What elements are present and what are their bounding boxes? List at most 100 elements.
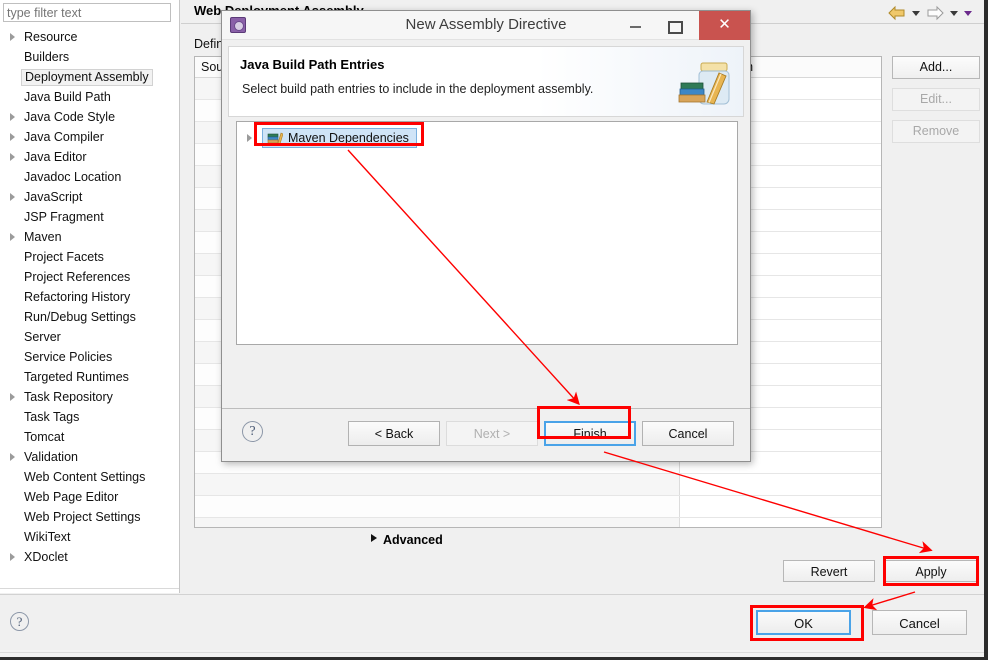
table-row[interactable] (195, 496, 881, 518)
sidebar-item-label: WikiText (24, 530, 71, 544)
sidebar-item-javascript[interactable]: JavaScript (0, 187, 179, 207)
chevron-right-icon[interactable] (10, 393, 15, 401)
sidebar-item-label: Tomcat (24, 430, 65, 444)
chevron-right-icon[interactable] (10, 33, 15, 41)
sidebar-item-refactoring-history[interactable]: Refactoring History (0, 287, 179, 307)
sidebar-item-deployment-assembly[interactable]: Deployment Assembly (0, 67, 179, 87)
dialog-titlebar: New Assembly Directive ✕ (222, 11, 750, 40)
sidebar-item-label: Project References (24, 270, 131, 284)
sidebar-item-java-build-path[interactable]: Java Build Path (0, 87, 179, 107)
sidebar-divider (0, 588, 179, 589)
sidebar-item-label: Task Repository (24, 390, 113, 404)
edit-button[interactable]: Edit... (892, 88, 980, 111)
chevron-right-icon[interactable] (10, 193, 15, 201)
sidebar-item-label: Web Content Settings (24, 470, 146, 484)
advanced-label: Advanced (383, 533, 443, 547)
sidebar-item-web-content-settings[interactable]: Web Content Settings (0, 467, 179, 487)
chevron-right-icon[interactable] (10, 113, 15, 121)
sidebar-item-jsp-fragment[interactable]: JSP Fragment (0, 207, 179, 227)
sidebar-item-label: Java Compiler (24, 130, 104, 144)
screenshot-root: Resource Builders Deployment Assembly Java … (0, 0, 988, 660)
cancel-button-dialog[interactable]: Cancel (642, 421, 734, 446)
advanced-section-toggle[interactable]: Advanced (371, 533, 443, 547)
sidebar-item-tomcat[interactable]: Tomcat (0, 427, 179, 447)
sidebar-item-web-page-editor[interactable]: Web Page Editor (0, 487, 179, 507)
sidebar-item-label: Java Editor (24, 150, 87, 164)
button-label: Add... (919, 60, 953, 74)
sidebar-item-java-compiler[interactable]: Java Compiler (0, 127, 179, 147)
sidebar-item-java-code-style[interactable]: Java Code Style (0, 107, 179, 127)
dialog-header-description: Select build path entries to include in … (242, 82, 594, 96)
sidebar-item-label: Project Facets (24, 250, 104, 264)
chevron-right-icon[interactable] (247, 134, 252, 142)
preferences-sidebar: Resource Builders Deployment Assembly Java … (0, 0, 180, 593)
add-button[interactable]: Add... (892, 56, 980, 79)
sidebar-item-label: Java Build Path (24, 90, 111, 104)
maximize-icon[interactable] (656, 11, 692, 40)
sidebar-item-label: Javadoc Location (24, 170, 122, 184)
view-menu-icon[interactable] (962, 4, 974, 22)
remove-button[interactable]: Remove (892, 120, 980, 143)
maven-dependencies-tree-item[interactable]: Maven Dependencies (262, 128, 417, 148)
table-row[interactable] (195, 474, 881, 496)
sidebar-item-wikitext[interactable]: WikiText (0, 527, 179, 547)
sidebar-item-label: Task Tags (24, 410, 80, 424)
forward-history-caret-icon[interactable] (948, 4, 960, 22)
sidebar-item-run-debug-settings[interactable]: Run/Debug Settings (0, 307, 179, 327)
sidebar-item-label: Builders (24, 50, 70, 64)
sidebar-item-label: Server (24, 330, 61, 344)
sidebar-item-task-tags[interactable]: Task Tags (0, 407, 179, 427)
chevron-right-icon[interactable] (10, 153, 15, 161)
sidebar-item-builders[interactable]: Builders (0, 47, 179, 67)
sidebar-item-label: Maven (24, 230, 62, 244)
tree-row: Maven Dependencies (245, 128, 737, 148)
chevron-right-icon[interactable] (10, 233, 15, 241)
sidebar-item-web-project-settings[interactable]: Web Project Settings (0, 507, 179, 527)
minimize-icon[interactable] (618, 11, 654, 40)
back-button[interactable]: < Back (348, 421, 440, 446)
chevron-right-icon (371, 534, 377, 542)
books-library-icon (267, 131, 284, 145)
revert-button[interactable]: Revert (783, 560, 875, 582)
sidebar-item-project-facets[interactable]: Project Facets (0, 247, 179, 267)
dialog-help-icon[interactable]: ? (242, 421, 263, 442)
sidebar-item-label: Web Page Editor (24, 490, 119, 504)
table-cell-source (195, 496, 679, 517)
sidebar-item-javadoc-location[interactable]: Javadoc Location (0, 167, 179, 187)
back-history-caret-icon[interactable] (910, 4, 922, 22)
ok-button[interactable]: OK (756, 610, 851, 635)
finish-button[interactable]: Finish (544, 421, 636, 446)
sidebar-item-label: Validation (24, 450, 78, 464)
help-icon[interactable]: ? (10, 612, 29, 631)
sidebar-item-maven[interactable]: Maven (0, 227, 179, 247)
dialog-header: Java Build Path Entries Select build pat… (228, 46, 744, 117)
apply-button[interactable]: Apply (885, 560, 977, 582)
sidebar-item-validation[interactable]: Validation (0, 447, 179, 467)
close-icon[interactable]: ✕ (699, 11, 750, 40)
filter-input[interactable] (3, 3, 171, 22)
back-arrow-icon[interactable] (886, 4, 908, 22)
sidebar-item-label: Refactoring History (24, 290, 131, 304)
sidebar-item-label: Targeted Runtimes (24, 370, 129, 384)
cancel-button[interactable]: Cancel (872, 610, 967, 635)
preferences-tree[interactable]: Resource Builders Deployment Assembly Java … (0, 27, 179, 567)
chevron-right-icon[interactable] (10, 453, 15, 461)
sidebar-item-service-policies[interactable]: Service Policies (0, 347, 179, 367)
sidebar-item-server[interactable]: Server (0, 327, 179, 347)
table-cell-source (195, 518, 679, 527)
sidebar-item-label: Deployment Assembly (21, 69, 153, 86)
window-bottom-strip (0, 652, 984, 657)
sidebar-item-project-references[interactable]: Project References (0, 267, 179, 287)
sidebar-item-targeted-runtimes[interactable]: Targeted Runtimes (0, 367, 179, 387)
build-path-entries-tree[interactable]: Maven Dependencies (236, 121, 738, 345)
sidebar-item-label: JSP Fragment (24, 210, 104, 224)
button-label: Edit... (920, 92, 952, 106)
sidebar-item-task-repository[interactable]: Task Repository (0, 387, 179, 407)
table-row[interactable] (195, 518, 881, 527)
next-button[interactable]: Next > (446, 421, 538, 446)
chevron-right-icon[interactable] (10, 133, 15, 141)
sidebar-item-java-editor[interactable]: Java Editor (0, 147, 179, 167)
table-action-buttons: Add... Edit... Remove (892, 56, 980, 152)
sidebar-item-resource[interactable]: Resource (0, 27, 179, 47)
forward-arrow-icon[interactable] (924, 4, 946, 22)
